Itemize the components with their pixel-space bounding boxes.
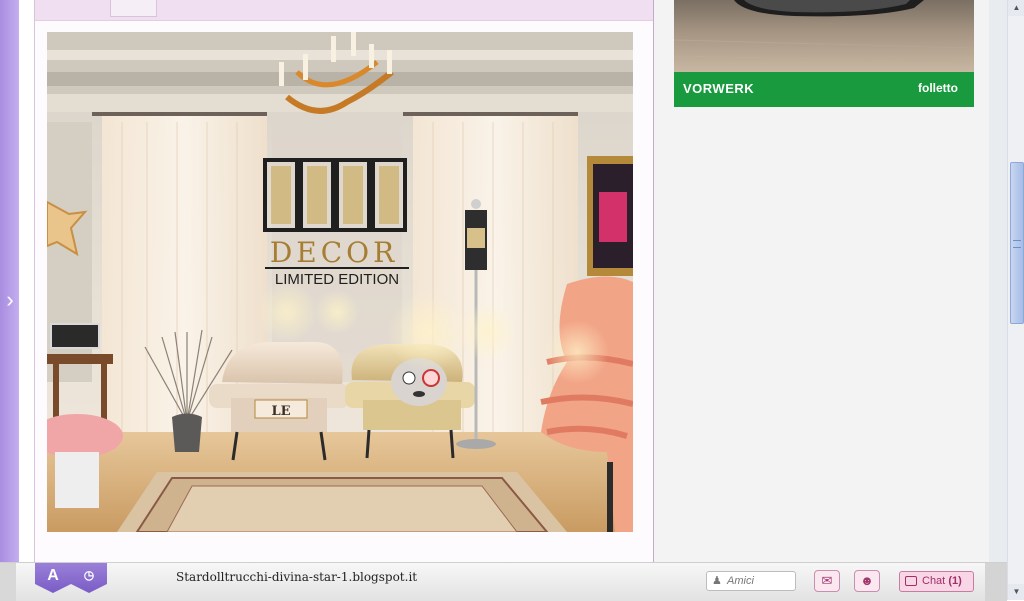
vertical-scrollbar[interactable]: ▲ ▼: [1007, 0, 1024, 600]
shield-clock-icon[interactable]: ◷: [71, 563, 107, 593]
toolbar-left-cap: [0, 563, 16, 601]
shield-a-icon[interactable]: A: [35, 563, 71, 593]
scroll-up-icon[interactable]: ▲: [1008, 0, 1024, 16]
hero-room-image: LE DECOR LIMITED EDITION: [47, 32, 633, 532]
ad-brand-bar: VORWERK folletto: [674, 72, 974, 107]
logo-word: DECOR: [270, 236, 398, 269]
right-column: VORWERK folletto: [654, 0, 989, 565]
chat-button[interactable]: Chat (1): [899, 571, 974, 592]
vorwerk-ad-banner[interactable]: VORWERK folletto: [674, 0, 974, 107]
content-panel: LE DECOR LIMITED EDITION: [34, 0, 655, 565]
chat-label: Chat: [922, 575, 946, 587]
friends-search-box[interactable]: ♟ Amici: [706, 571, 796, 591]
ad-product-image: [674, 0, 974, 72]
page-background: [19, 0, 34, 565]
message-icon: ☻: [860, 573, 874, 588]
cushion-logo: LE: [271, 404, 290, 419]
left-sidebar-strip: [0, 0, 19, 565]
chevron-right-icon[interactable]: ›: [2, 286, 18, 314]
ad-brand: VORWERK: [683, 81, 755, 96]
mail-icon: ✉: [821, 573, 833, 588]
toolbar-right-cap: [985, 563, 1007, 601]
logo-subtitle: LIMITED EDITION: [275, 271, 399, 288]
bottom-toolbar: A ◷ Stardolltrucchi-divina-star-1.blogsp…: [0, 562, 1007, 601]
scroll-down-icon[interactable]: ▼: [1008, 584, 1024, 600]
scroll-thumb[interactable]: [1010, 162, 1024, 324]
mail-button[interactable]: ✉: [814, 570, 840, 592]
message-button[interactable]: ☻: [854, 570, 880, 592]
blog-url[interactable]: Stardolltrucchi-divina-star-1.blogspot.i…: [176, 570, 417, 584]
panel-tab-button[interactable]: [110, 0, 157, 17]
right-page-gap: [989, 0, 1007, 565]
scroll-grip-icon: [1013, 240, 1021, 248]
ad-product: folletto: [918, 81, 958, 95]
panel-header: [35, 0, 653, 21]
friends-icon: ♟: [712, 575, 722, 587]
friends-placeholder: Amici: [727, 575, 754, 587]
le-decor-logo: [263, 158, 407, 232]
chat-icon: [905, 576, 917, 586]
room-illustration: LE DECOR LIMITED EDITION: [47, 32, 633, 532]
chat-count: (1): [948, 575, 962, 587]
